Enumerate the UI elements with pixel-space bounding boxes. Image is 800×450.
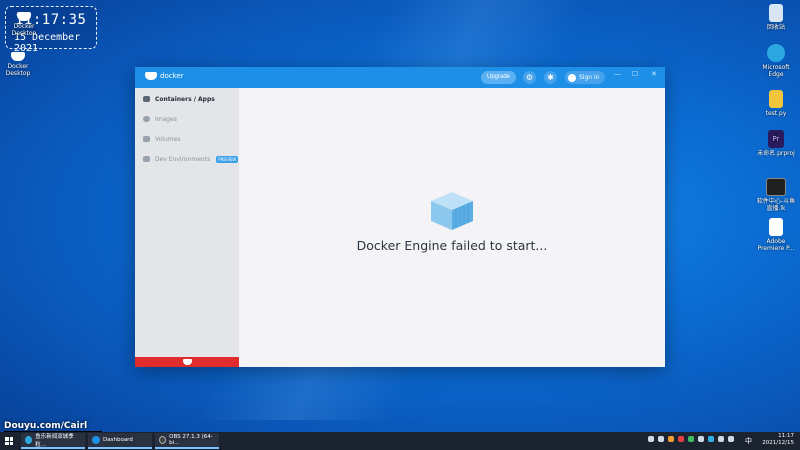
docker-desktop-window: docker Upgrade ⚙ ✱ Sign in — ☐ ✕ Contain… [135,67,665,367]
taskbar: 鱼乐新闻双城季 粒... Dashboard OBS 27.1.3 (64-bi… [0,432,800,450]
tray-chevron-icon[interactable] [648,436,654,442]
volumes-icon [143,136,150,142]
close-icon[interactable]: ✕ [651,70,657,78]
stream-watermark: Douyu.com/Cairl [4,421,88,431]
desktop-icon-docker-desktop[interactable]: Docker Desktop [2,12,46,37]
containers-icon [143,96,150,102]
recycle-bin-icon [769,4,783,22]
obs-icon [159,436,167,444]
minimize-icon[interactable]: — [614,70,621,78]
premiere-project-icon: Pr [768,130,784,148]
maximize-icon[interactable]: ☐ [632,70,638,78]
desktop-icon-label: 未命名.prproj [757,150,795,157]
taskbar-item-dashboard[interactable]: Dashboard [88,433,152,449]
sidebar-item-label: Images [155,115,177,123]
sidebar-item-volumes[interactable]: Volumes [135,129,239,149]
desktop-icon-label: 软件中心-斗鱼直播.lk [756,198,796,212]
docker-logo-text: docker [160,72,184,80]
sidebar-item-label: Containers / Apps [155,95,215,103]
sign-in-label: Sign in [579,74,600,81]
docker-whale-icon [145,72,157,80]
taskbar-item-label: OBS 27.1.3 (64-bi... [169,434,213,446]
python-file-icon [769,90,783,108]
settings-gear-icon[interactable]: ⚙ [523,71,536,84]
engine-status-bar[interactable] [135,357,239,367]
edge-icon [25,436,33,444]
desktop-icon-test-py[interactable]: test.py [754,90,798,117]
window-titlebar[interactable]: docker Upgrade ⚙ ✱ Sign in — ☐ ✕ [135,67,665,88]
docker-whale-icon [17,12,31,21]
taskbar-clock[interactable]: 11:17 2021/12/15 [762,433,794,447]
troubleshoot-bug-icon[interactable]: ✱ [544,71,557,84]
desktop-icon-douyu-shortcut[interactable]: 软件中心-斗鱼直播.lk [754,178,798,212]
desktop-icon-label: Microsoft Edge [762,64,790,78]
docker-whale-icon [11,52,25,61]
shortcut-icon [766,178,786,196]
tray-app-icon[interactable] [688,436,694,442]
taskbar-date: 2021/12/15 [762,440,794,446]
volume-icon[interactable] [728,436,734,442]
desktop-icon-label: Docker Desktop [11,23,37,37]
taskbar-item-edge[interactable]: 鱼乐新闻双城季 粒... [21,433,85,449]
images-cloud-icon [143,116,150,122]
edge-icon [767,44,785,62]
ime-indicator[interactable]: 中 [745,436,752,446]
desktop-icon-microsoft-edge[interactable]: Microsoft Edge [754,44,798,78]
desktop-icon-label: Docker Desktop [5,63,31,77]
tray-app-icon[interactable] [658,436,664,442]
sidebar-item-containers-apps[interactable]: Containers / Apps [135,89,239,109]
docker-tray-icon[interactable] [708,436,714,442]
sidebar-item-label: Dev Environments [155,155,211,163]
docker-logo: docker [145,72,184,80]
tray-app-icon[interactable] [698,436,704,442]
engine-error-message: Docker Engine failed to start... [356,238,548,253]
network-icon[interactable] [718,436,724,442]
sign-in-button[interactable]: Sign in [565,71,606,84]
premiere-icon [769,218,783,236]
taskbar-item-label: Dashboard [103,437,133,443]
sidebar-item-dev-environments[interactable]: Dev Environments PREVIEW [135,149,239,169]
docker-whale-icon [92,436,100,444]
preview-badge: PREVIEW [216,155,239,163]
desktop-icon-docker-desktop-2[interactable]: Docker Desktop [0,52,40,77]
user-avatar-icon [568,73,576,82]
taskbar-item-label: 鱼乐新闻双城季 粒... [35,434,74,448]
main-content: Docker Engine failed to start... [239,88,665,367]
sidebar: Containers / Apps Images Volumes Dev Env… [135,88,239,367]
tray-app-icon[interactable] [678,436,684,442]
windows-logo-icon [5,437,13,445]
tray-app-icon[interactable] [668,436,674,442]
taskbar-item-obs[interactable]: OBS 27.1.3 (64-bi... [155,433,219,449]
start-button[interactable] [0,432,18,450]
upgrade-button[interactable]: Upgrade [481,71,517,84]
docker-whale-status-icon [183,359,192,365]
desktop-icon-label: Adobe Premiere P... [757,238,795,252]
desktop-icon-label: 回收站 [766,24,785,31]
container-cube-icon [431,192,473,230]
desktop-icon-premiere-project[interactable]: Pr 未命名.prproj [754,130,798,157]
sidebar-item-label: Volumes [155,135,181,143]
taskbar-time: 11:17 [778,433,794,439]
dev-environments-icon [143,156,150,162]
desktop-icon-label: test.py [765,110,787,117]
system-tray [648,436,734,442]
desktop-icon-recycle-bin[interactable]: 回收站 [754,4,798,31]
sidebar-item-images[interactable]: Images [135,109,239,129]
desktop-icon-adobe-premiere[interactable]: Adobe Premiere P... [754,218,798,252]
